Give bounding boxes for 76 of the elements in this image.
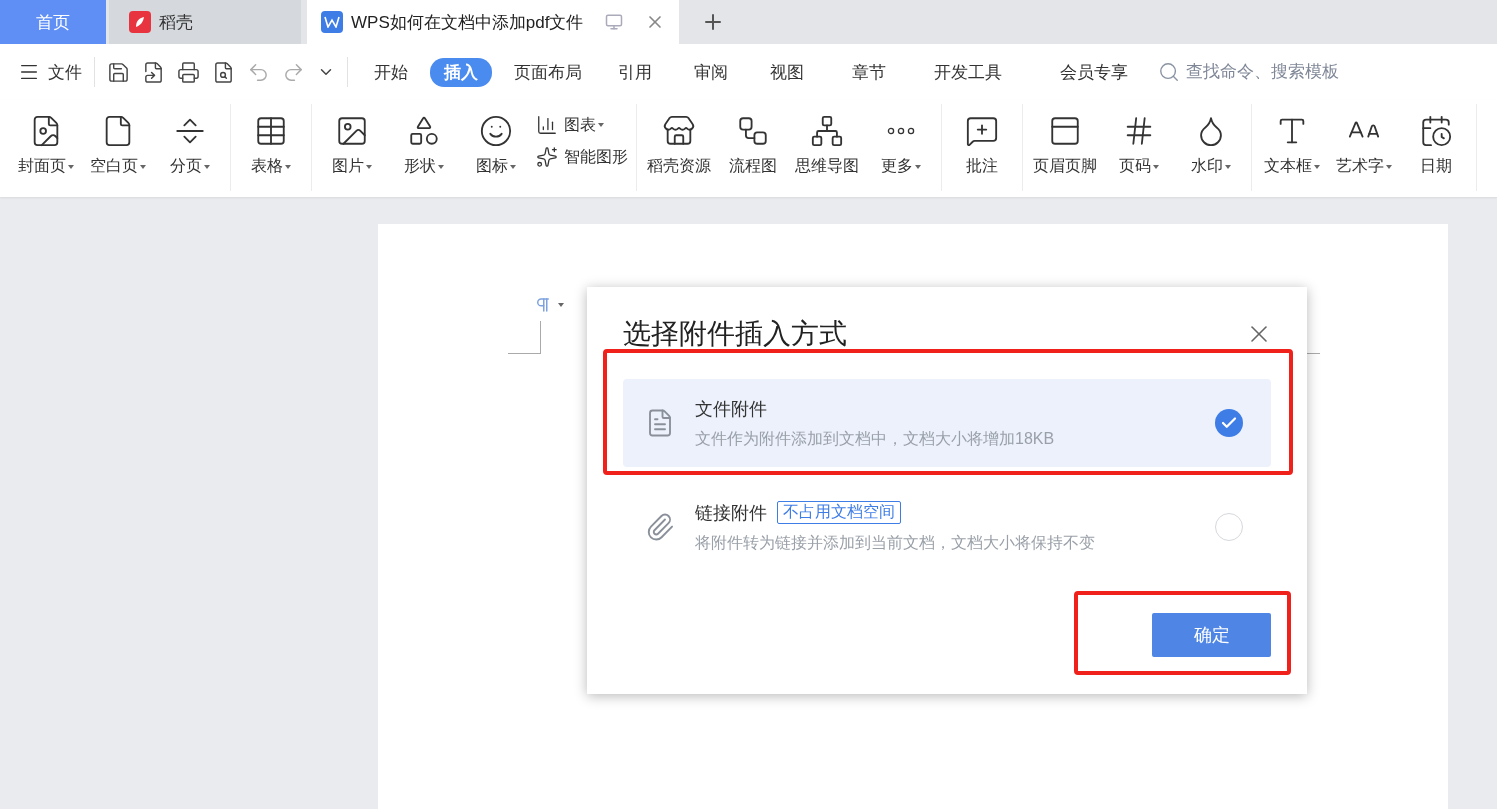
store-icon [662,114,696,148]
ribbon-button[interactable]: 封面页 [12,110,80,181]
crop-mark [508,321,541,354]
caret-icon [1314,164,1320,169]
ribbon-button[interactable]: 分页 [156,110,224,181]
menu-tab[interactable]: 开始 [360,57,422,87]
dialog-title: 选择附件插入方式 [623,317,847,351]
option-description: 文件作为附件添加到文档中，文档大小将增加18KB [695,428,1056,449]
bar-chart-icon [536,114,558,136]
tag: 不占用文档空间 [777,501,901,524]
tab[interactable]: WPS如何在文档中添加pdf文件 [307,0,679,44]
option-card[interactable]: 文件附件 文件作为附件添加到文档中，文档大小将增加18KB [623,379,1271,467]
export-icon[interactable] [142,60,165,84]
menu-tab[interactable]: 会员专享 [1046,57,1142,87]
ribbon-button[interactable]: 页码 [1105,110,1173,181]
ribbon-button[interactable]: 水印 [1177,110,1245,181]
menu-tab[interactable]: 引用 [604,57,666,87]
mind-map-icon [810,114,844,148]
caret-icon [438,164,444,169]
ribbon-button[interactable]: 图标 [462,110,530,181]
ribbon-button[interactable]: 形状 [390,110,458,181]
calendar-icon [1419,114,1453,148]
comment-icon [965,114,999,148]
ribbon-button[interactable]: 图表 [534,112,630,138]
ribbon-button[interactable]: 页眉页脚 [1029,110,1101,181]
caret-icon [1386,164,1392,169]
table-icon [254,114,288,148]
flowchart-icon [736,114,770,148]
tab[interactable]: 稻壳 [109,0,301,44]
caret-icon [1225,164,1231,169]
menu-tab[interactable]: 页面布局 [500,57,596,87]
preview-icon[interactable] [212,60,235,84]
paragraph-icon[interactable] [534,296,564,314]
ribbon-button[interactable]: 图片 [318,110,386,181]
ribbon-button[interactable]: 更多 [867,110,935,181]
image-icon [335,114,369,148]
search-icon [1158,61,1180,83]
ribbon-button[interactable]: 表格 [237,110,305,181]
caret-icon [915,164,921,169]
menu-tab[interactable]: 视图 [756,57,818,87]
option-description: 将附件转为链接并添加到当前文档，文档大小将保持不变 [695,532,1096,553]
menu-tab[interactable]: 章节 [838,57,900,87]
header-footer-icon [1048,114,1082,148]
caret-icon [510,164,516,169]
caret-icon [598,123,604,127]
ribbon-button[interactable]: 流程图 [719,110,787,181]
ribbon-button[interactable]: 批注 [948,110,1016,181]
shapes-icon [407,114,441,148]
caret-icon [366,164,372,169]
printer-icon[interactable] [177,60,200,84]
ribbon-button[interactable]: 稻壳资源 [643,110,715,181]
ribbon-button[interactable]: 空白页 [84,110,152,181]
document-logo-icon [321,11,343,33]
caret-icon [140,164,146,169]
ribbon-button[interactable]: 文本框 [1258,110,1326,181]
more-icon [887,127,915,135]
ribbon-button[interactable]: 思维导图 [791,110,863,181]
caret-icon [68,164,74,169]
icon-set-icon [479,114,513,148]
paperclip-icon [645,512,675,542]
caret-icon [285,164,291,169]
radio-button[interactable] [1215,409,1243,437]
ribbon-button[interactable]: 日期 [1402,110,1470,181]
ribbon-button[interactable]: 艺术字 [1330,110,1398,181]
caret-icon [1153,164,1159,169]
ribbon-button[interactable]: 智能图形 [534,144,630,170]
option-title: 文件附件 [695,397,767,421]
option-title: 链接附件 [695,501,767,525]
caret-icon [204,164,210,169]
menu-tab[interactable]: 开发工具 [920,57,1016,87]
menu-tab[interactable]: 审阅 [680,57,742,87]
confirm-button[interactable]: 确定 [1152,613,1271,657]
file-menu-button[interactable]: 文件 [18,60,82,84]
leaf-logo-icon [129,11,151,33]
save-icon[interactable] [107,60,130,84]
smart-graphic-icon [536,146,558,168]
